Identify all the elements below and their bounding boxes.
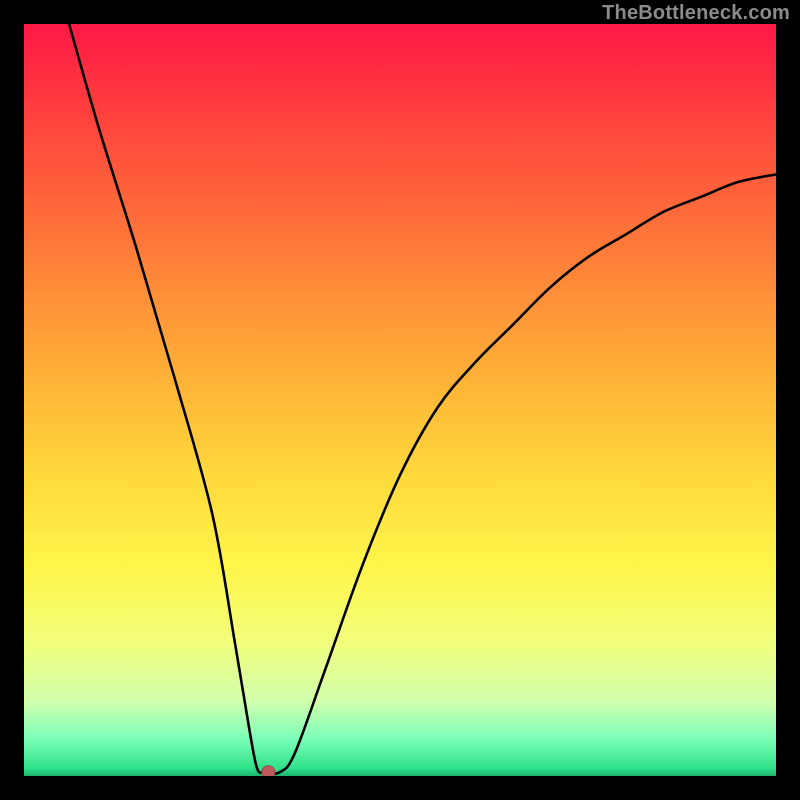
line-chart-svg [24,24,776,776]
plot-area [24,24,776,776]
minimum-marker [262,766,275,776]
bottleneck-curve-path [69,24,776,774]
chart-frame: TheBottleneck.com [0,0,800,800]
watermark-text: TheBottleneck.com [602,2,790,25]
